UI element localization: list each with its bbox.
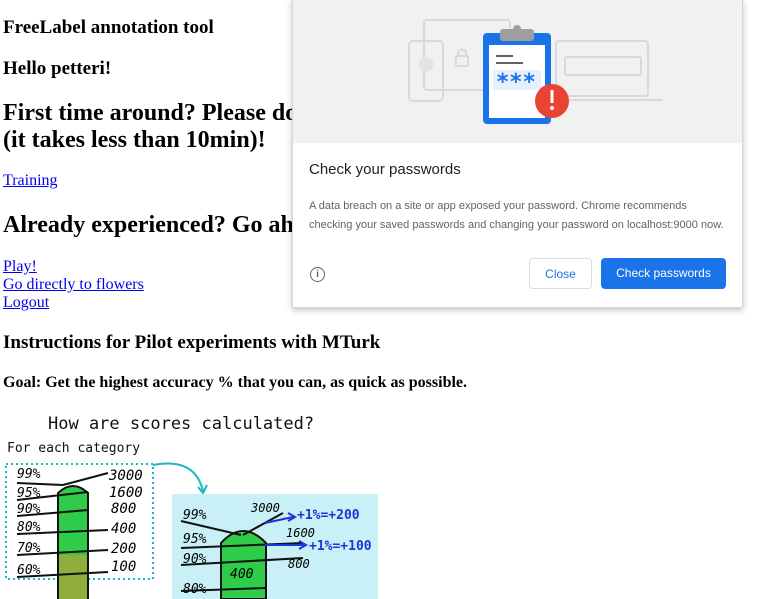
close-button[interactable]: Close xyxy=(529,258,592,289)
password-mask: *** xyxy=(496,70,536,95)
first-time-line1: First time around? Please do xyxy=(3,100,298,126)
annotation-100: +1%=+100 xyxy=(309,539,372,554)
right-pct-labels: 99% 95% 90% 80% xyxy=(183,508,207,597)
right-pts-400: 400 xyxy=(230,567,254,582)
left-pts-800: 800 xyxy=(111,501,136,517)
right-pts-800: 800 xyxy=(288,557,310,571)
left-pts-200: 200 xyxy=(111,541,136,557)
goal-text: Goal: Get the highest accuracy % that yo… xyxy=(3,374,468,391)
app-title: FreeLabel annotation tool xyxy=(3,17,214,38)
alert-icon-dot xyxy=(550,106,554,110)
left-pct-99: 99% xyxy=(17,467,41,482)
right-pct-95: 95% xyxy=(183,532,207,547)
right-pct-80: 80% xyxy=(183,582,207,597)
right-pts-3000: 3000 xyxy=(250,501,280,515)
right-pts-1600: 1600 xyxy=(286,526,315,540)
left-pts-100: 100 xyxy=(111,559,136,575)
flowers-link[interactable]: Go directly to flowers xyxy=(3,276,144,294)
left-pts-400: 400 xyxy=(111,521,136,537)
nav-links: Play! Go directly to flowers Logout xyxy=(3,258,144,312)
instructions-heading: Instructions for Pilot experiments with … xyxy=(3,332,381,353)
right-pct-99: 99% xyxy=(183,508,207,523)
experienced-heading: Already experienced? Go ah xyxy=(3,212,294,238)
left-pts-1600: 1600 xyxy=(109,485,143,501)
breach-illustration: *** xyxy=(408,19,663,124)
info-icon[interactable]: i xyxy=(310,267,325,282)
left-thermometer-low xyxy=(59,555,87,599)
first-time-line2: (it takes less than 10min)! xyxy=(3,127,266,153)
faded-lock-icon xyxy=(455,48,469,67)
scores-illustration: How are scores calculated? For each cate… xyxy=(5,414,378,599)
logout-link[interactable]: Logout xyxy=(3,294,144,312)
password-breach-dialog: *** Check your passwords A data breach o… xyxy=(292,0,743,308)
alert-icon-bar xyxy=(550,90,554,103)
dialog-title: Check your passwords xyxy=(309,161,461,178)
check-passwords-button[interactable]: Check passwords xyxy=(601,258,726,289)
training-link[interactable]: Training xyxy=(3,172,58,190)
left-pts-labels: 3000 1600 800 400 200 100 xyxy=(108,468,143,575)
left-pts-3000: 3000 xyxy=(108,468,143,484)
annotation-200: +1%=+200 xyxy=(297,508,360,523)
dialog-illustration-area: *** xyxy=(293,0,742,143)
connector-arrow xyxy=(152,462,204,492)
greeting: Hello petteri! xyxy=(3,58,112,79)
scores-subheading: For each category xyxy=(7,441,140,456)
clipboard-clip-top xyxy=(513,25,521,33)
training-link-wrap: Training xyxy=(3,172,58,190)
right-pct-90: 90% xyxy=(183,552,207,567)
scores-heading: How are scores calculated? xyxy=(48,414,314,434)
dialog-body: A data breach on a site or app exposed y… xyxy=(309,200,724,231)
faded-shield-icon xyxy=(419,57,433,72)
play-link[interactable]: Play! xyxy=(3,258,144,276)
